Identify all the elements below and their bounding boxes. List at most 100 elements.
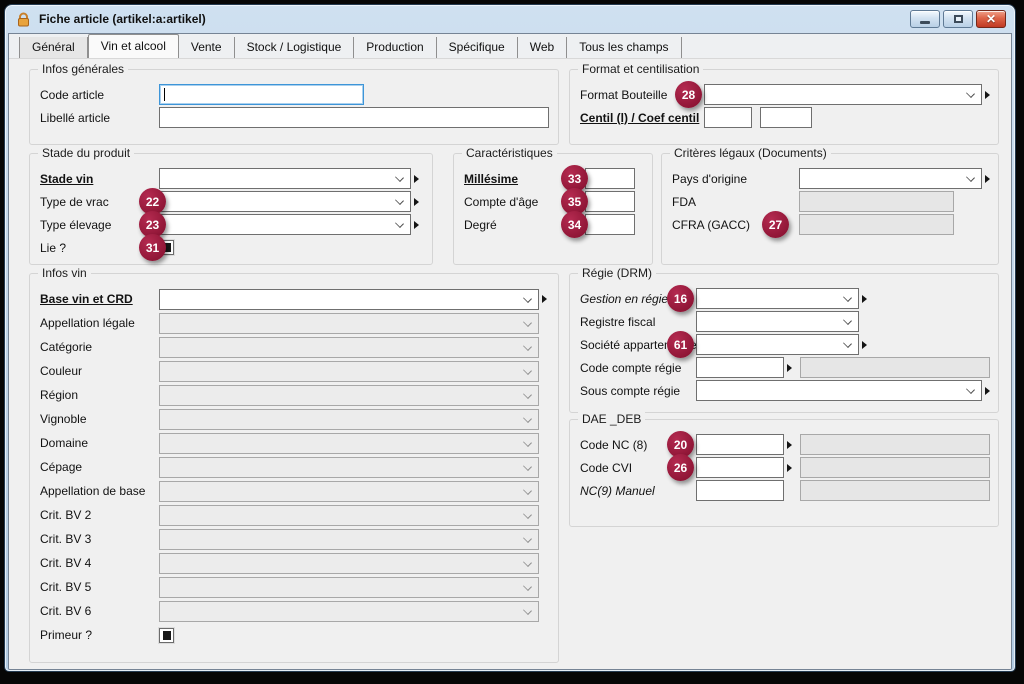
badge-34: 34 bbox=[561, 211, 588, 238]
field-row-type-de-vrac: Type de vrac 22 bbox=[30, 190, 432, 213]
close-button[interactable]: ✕ bbox=[976, 10, 1006, 28]
fda-label: FDA bbox=[672, 195, 799, 209]
field-row-vignoble: Vignoble bbox=[30, 407, 558, 431]
code-article-input[interactable] bbox=[159, 84, 364, 105]
nav-arrow-icon[interactable] bbox=[787, 464, 792, 472]
field-row-domaine: Domaine bbox=[30, 431, 558, 455]
nav-arrow-icon[interactable] bbox=[985, 175, 990, 183]
nav-arrow-icon[interactable] bbox=[985, 387, 990, 395]
group-title: Régie (DRM) bbox=[578, 266, 656, 280]
chevron-down-icon bbox=[843, 316, 852, 325]
tab-production[interactable]: Production bbox=[354, 37, 436, 58]
nav-arrow-icon[interactable] bbox=[542, 295, 547, 303]
minimize-button[interactable] bbox=[910, 10, 940, 28]
group-caracteristiques: Caractéristiques Millésime 33 Compte d'â… bbox=[453, 153, 653, 265]
field-row-registre-fiscal: Registre fiscal bbox=[570, 310, 998, 333]
chevron-down-icon bbox=[966, 89, 975, 98]
field-row-lie: Lie ? 31 bbox=[30, 236, 432, 259]
region-label: Région bbox=[40, 388, 159, 402]
field-row-centil: Centil (l) / Coef centil bbox=[570, 106, 998, 129]
field-row-format-bouteille: Format Bouteille 28 bbox=[570, 83, 998, 106]
centil-input[interactable] bbox=[704, 107, 752, 128]
group-format-centilisation: Format et centilisation Format Bouteille… bbox=[569, 69, 999, 145]
field-row-nc9-manuel: NC(9) Manuel bbox=[570, 479, 998, 502]
categorie-combo bbox=[159, 337, 539, 358]
compte-age-input[interactable] bbox=[585, 191, 635, 212]
nav-arrow-icon[interactable] bbox=[787, 441, 792, 449]
screen-background: Fiche article (artikel:a:artikel) ✕ Géné… bbox=[0, 0, 1024, 684]
appellation-legale-label: Appellation légale bbox=[40, 316, 159, 330]
crit-bv-5-label: Crit. BV 5 bbox=[40, 580, 159, 594]
type-elevage-combo[interactable] bbox=[159, 214, 411, 235]
chevron-down-icon bbox=[523, 390, 532, 399]
tab-stock-logistique[interactable]: Stock / Logistique bbox=[235, 37, 355, 58]
code-nc-8-input[interactable] bbox=[696, 434, 784, 455]
nav-arrow-icon[interactable] bbox=[414, 221, 419, 229]
pays-origine-label: Pays d'origine bbox=[672, 172, 799, 186]
tab-tous-les-champs[interactable]: Tous les champs bbox=[567, 37, 681, 58]
fiche-article-window: Fiche article (artikel:a:artikel) ✕ Géné… bbox=[4, 4, 1016, 672]
field-row-cepage: Cépage bbox=[30, 455, 558, 479]
code-compte-regie-libelle bbox=[800, 357, 990, 378]
nav-arrow-icon[interactable] bbox=[414, 198, 419, 206]
primeur-checkbox[interactable] bbox=[159, 628, 174, 643]
tab-general[interactable]: Général bbox=[19, 37, 88, 58]
field-row-stade-vin: Stade vin bbox=[30, 167, 432, 190]
chevron-down-icon bbox=[843, 293, 852, 302]
field-row-primeur: Primeur ? bbox=[30, 623, 558, 647]
field-row-crit-bv-5: Crit. BV 5 bbox=[30, 575, 558, 599]
field-row-crit-bv-6: Crit. BV 6 bbox=[30, 599, 558, 623]
field-row-code-nc-8: Code NC (8) 20 bbox=[570, 433, 998, 456]
vignoble-combo bbox=[159, 409, 539, 430]
chevron-down-icon bbox=[523, 318, 532, 327]
cepage-combo bbox=[159, 457, 539, 478]
registre-fiscal-combo[interactable] bbox=[696, 311, 859, 332]
chevron-down-icon bbox=[523, 294, 532, 303]
primeur-label: Primeur ? bbox=[40, 628, 159, 642]
nav-arrow-icon[interactable] bbox=[985, 91, 990, 99]
chevron-down-icon bbox=[523, 462, 532, 471]
chevron-down-icon bbox=[523, 606, 532, 615]
group-title: Format et centilisation bbox=[578, 62, 703, 76]
nav-arrow-icon[interactable] bbox=[862, 295, 867, 303]
vignoble-label: Vignoble bbox=[40, 412, 159, 426]
domaine-combo bbox=[159, 433, 539, 454]
pays-origine-combo[interactable] bbox=[799, 168, 982, 189]
coef-centil-input[interactable] bbox=[760, 107, 812, 128]
couleur-label: Couleur bbox=[40, 364, 159, 378]
domaine-label: Domaine bbox=[40, 436, 159, 450]
gestion-en-regie-combo[interactable] bbox=[696, 288, 859, 309]
code-compte-regie-input[interactable] bbox=[696, 357, 784, 378]
nav-arrow-icon[interactable] bbox=[862, 341, 867, 349]
type-de-vrac-combo[interactable] bbox=[159, 191, 411, 212]
badge-16: 16 bbox=[667, 285, 694, 312]
maximize-button[interactable] bbox=[943, 10, 973, 28]
base-vin-crd-label: Base vin et CRD bbox=[40, 292, 159, 306]
base-vin-crd-combo[interactable] bbox=[159, 289, 539, 310]
field-row-compte-age: Compte d'âge 35 bbox=[454, 190, 652, 213]
field-row-code-compte-regie: Code compte régie bbox=[570, 356, 998, 379]
chevron-down-icon bbox=[843, 339, 852, 348]
crit-bv-4-combo bbox=[159, 553, 539, 574]
group-title: Caractéristiques bbox=[462, 146, 557, 160]
tab-vin-et-alcool[interactable]: Vin et alcool bbox=[88, 34, 179, 58]
field-row-code-article: Code article bbox=[30, 83, 558, 106]
nav-arrow-icon[interactable] bbox=[414, 175, 419, 183]
badge-26: 26 bbox=[667, 454, 694, 481]
nc9-manuel-input[interactable] bbox=[696, 480, 784, 501]
chevron-down-icon bbox=[395, 196, 404, 205]
stade-vin-combo[interactable] bbox=[159, 168, 411, 189]
degre-input[interactable] bbox=[585, 214, 635, 235]
libelle-article-label: Libellé article bbox=[40, 111, 159, 125]
societe-appartenance-combo[interactable] bbox=[696, 334, 859, 355]
title-bar[interactable]: Fiche article (artikel:a:artikel) ✕ bbox=[8, 5, 1012, 33]
tab-specifique[interactable]: Spécifique bbox=[437, 37, 518, 58]
nav-arrow-icon[interactable] bbox=[787, 364, 792, 372]
millesime-input[interactable] bbox=[585, 168, 635, 189]
tab-vente[interactable]: Vente bbox=[179, 37, 235, 58]
code-cvi-input[interactable] bbox=[696, 457, 784, 478]
tab-web[interactable]: Web bbox=[518, 37, 567, 58]
format-bouteille-combo[interactable] bbox=[704, 84, 982, 105]
sous-compte-regie-combo[interactable] bbox=[696, 380, 982, 401]
libelle-article-input[interactable] bbox=[159, 107, 549, 128]
